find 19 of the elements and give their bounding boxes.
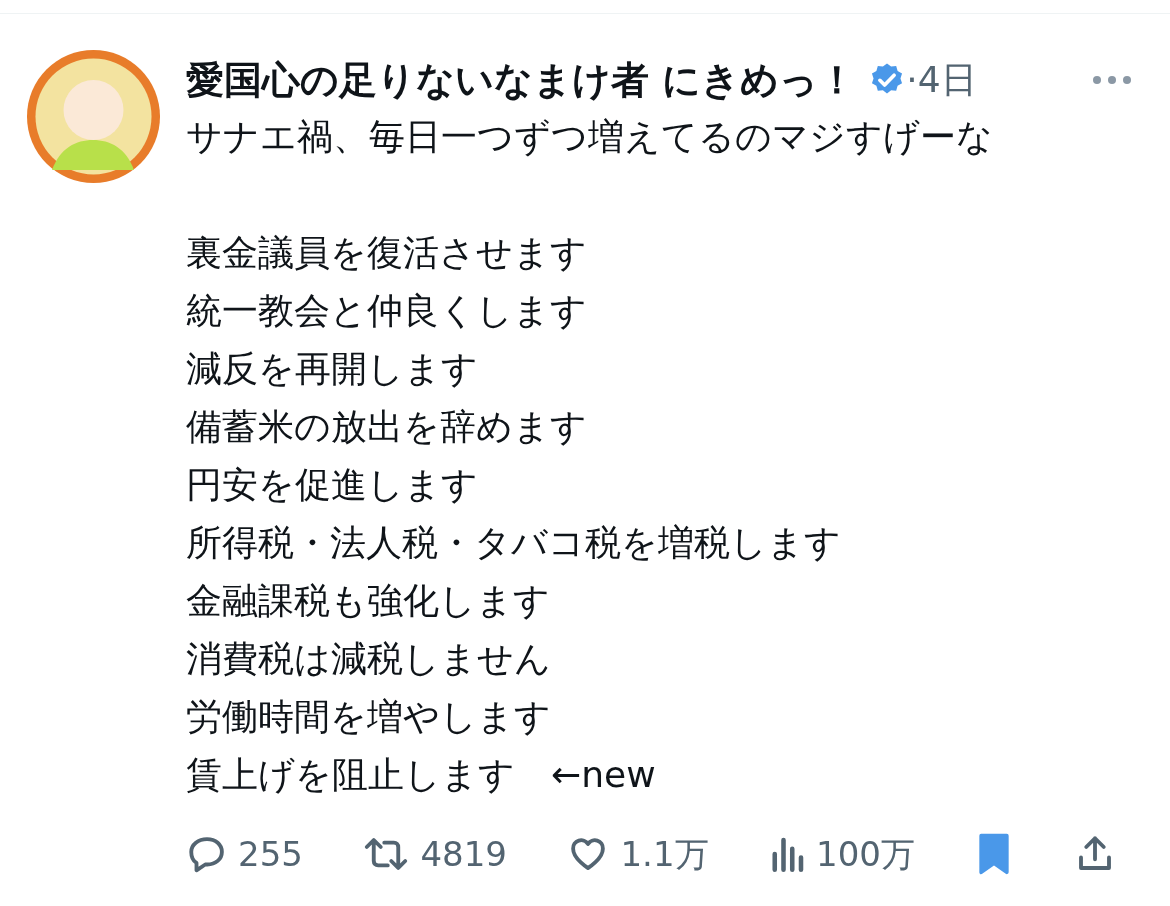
avatar[interactable] [27, 50, 160, 183]
post-line: 所得税・法人税・タバコ税を増税します [186, 521, 842, 565]
action-count: 100万 [816, 832, 915, 876]
more-icon[interactable] [1092, 75, 1132, 85]
post-line: 減反を再開します [186, 347, 479, 391]
action-count: 4819 [420, 832, 507, 876]
post-line: 賃上げを阻止します ←new [186, 753, 657, 797]
post-line: 備蓄米の放出を辞めます [186, 405, 588, 449]
action-count: 1.1万 [620, 832, 709, 876]
post-line: 裏金議員を復活させます [186, 231, 588, 275]
post-time[interactable]: ·4日 [906, 53, 977, 107]
post-text: サナエ禍、毎日一つずつ増えてるのマジすげーな [186, 115, 994, 159]
post-line: 金融課税も強化します [186, 579, 551, 623]
post-line: 労働時間を増やします [186, 695, 552, 739]
action-count: 255 [238, 832, 303, 876]
author-name[interactable]: 愛国心の足りないなまけ者 にきめっ！ [186, 51, 857, 109]
post-line: 円安を促進します [186, 463, 479, 507]
post-line: 統一教会と仲良くします [186, 289, 588, 333]
post-line: 消費税は減税しません [186, 637, 552, 681]
